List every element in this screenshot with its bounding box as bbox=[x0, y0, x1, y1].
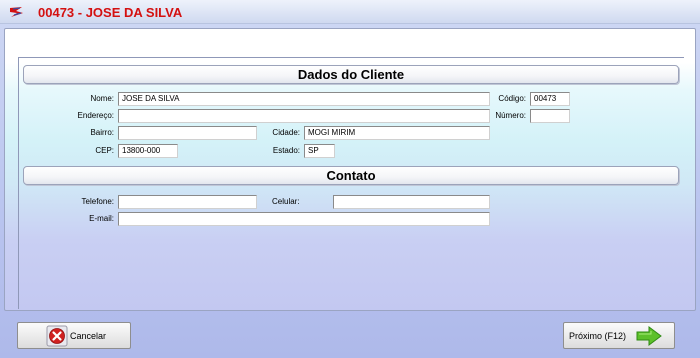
next-button[interactable]: Próximo (F12) bbox=[563, 322, 675, 349]
title-bar: 00473 - JOSE DA SILVA bbox=[0, 0, 700, 24]
cep-field[interactable]: 13800-000 bbox=[118, 144, 178, 158]
endereco-field[interactable] bbox=[118, 109, 490, 123]
nome-label: Nome: bbox=[90, 94, 114, 103]
codigo-field[interactable]: 00473 bbox=[530, 92, 570, 106]
email-field[interactable] bbox=[118, 212, 490, 226]
contact-section-header: Contato bbox=[23, 166, 679, 185]
endereco-label: Endereço: bbox=[77, 111, 114, 120]
cancel-button[interactable]: Cancelar bbox=[17, 322, 131, 349]
nome-field[interactable]: JOSE DA SILVA bbox=[118, 92, 490, 106]
client-section-header: Dados do Cliente bbox=[23, 65, 679, 84]
estado-field[interactable]: SP bbox=[304, 144, 335, 158]
cidade-label: Cidade: bbox=[272, 128, 300, 137]
numero-label: Número: bbox=[495, 111, 526, 120]
codigo-label: Código: bbox=[498, 94, 526, 103]
estado-label: Estado: bbox=[272, 146, 300, 155]
bairro-label: Bairro: bbox=[90, 128, 114, 137]
green-arrow-right-icon bbox=[636, 326, 662, 346]
email-label: E-mail: bbox=[89, 214, 114, 223]
cep-label: CEP: bbox=[95, 146, 114, 155]
numero-field[interactable] bbox=[530, 109, 570, 123]
celular-label: Celular: bbox=[272, 197, 300, 206]
celular-field[interactable] bbox=[333, 195, 490, 209]
next-button-label: Próximo (F12) bbox=[569, 331, 627, 341]
bairro-field[interactable] bbox=[118, 126, 257, 140]
scissors-logo-icon bbox=[10, 7, 23, 17]
red-x-icon bbox=[46, 325, 68, 347]
cancel-button-label: Cancelar bbox=[70, 331, 107, 341]
telefone-field[interactable] bbox=[118, 195, 257, 209]
telefone-label: Telefone: bbox=[81, 197, 114, 206]
cidade-field[interactable]: MOGI MIRIM bbox=[304, 126, 490, 140]
window-title: 00473 - JOSE DA SILVA bbox=[38, 5, 183, 20]
